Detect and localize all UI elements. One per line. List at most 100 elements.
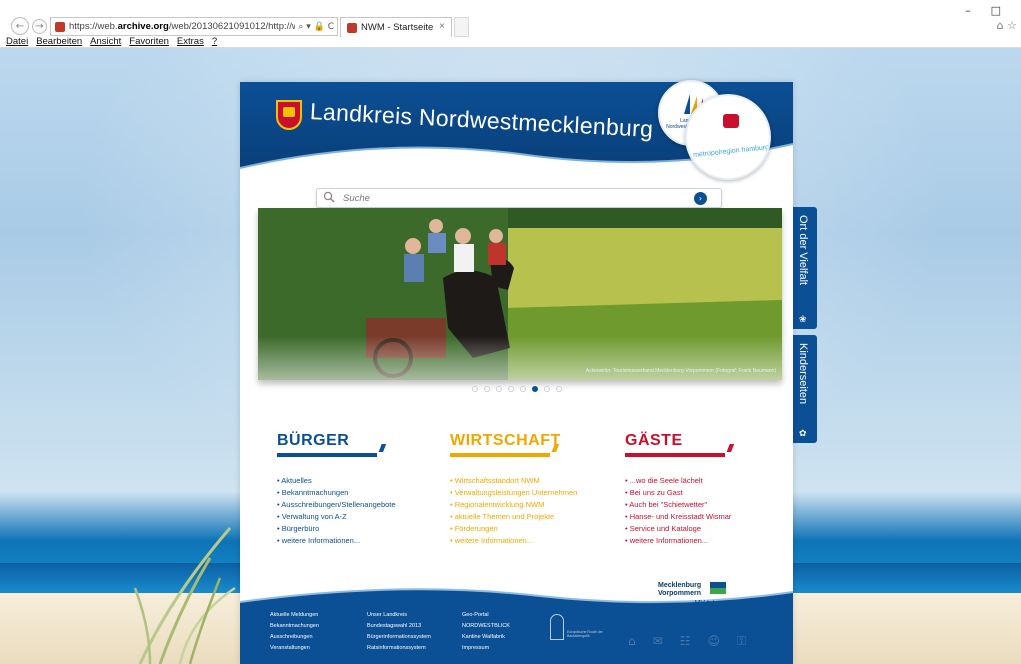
search-input[interactable] — [343, 191, 683, 206]
column-wirtschaft: WIRTSCHAFT Wirtschaftsstandort NWM Verwa… — [450, 432, 600, 547]
tab-nwm-startseite[interactable]: NWM - Startseite × — [340, 17, 452, 37]
beach-grass-decoration — [133, 527, 236, 664]
search-submit-button[interactable]: › — [694, 192, 707, 205]
link-weitere-informationen[interactable]: weitere Informationen... — [277, 535, 427, 547]
footer-column-1: Aktuelle Meldungen Bekanntmachungen Auss… — [270, 610, 319, 654]
sitemap-icon[interactable]: ☷ — [680, 634, 691, 649]
footer-link[interactable]: Geo-Portal — [462, 610, 510, 621]
mecklenburg-vorpommern-logo[interactable]: Mecklenburg Vorpommern MV tut gut. — [658, 582, 728, 607]
side-tab-kinderseiten[interactable]: Kinderseiten ✿ — [793, 335, 817, 443]
link-schietwetter[interactable]: Auch bei "Schietwetter" — [625, 499, 775, 511]
slider-dot[interactable] — [472, 386, 478, 392]
link-weitere-informationen[interactable]: weitere Informationen... — [625, 535, 775, 547]
coat-of-arms-logo[interactable] — [276, 100, 302, 130]
side-tab-ort-der-vielfalt[interactable]: Ort der Vielfalt ❀ — [793, 207, 817, 329]
link-verwaltungsleistungen[interactable]: Verwaltungsleistungen Unternehmen — [450, 487, 600, 499]
footer-link[interactable]: Bekanntmachungen — [270, 621, 319, 632]
link-bekanntmachungen[interactable]: Bekanntmachungen — [277, 487, 427, 499]
lock-icon[interactable]: ⚿ — [737, 634, 746, 649]
page-viewport: Ort der Vielfalt ❀ Kinderseiten ✿ Landkr… — [0, 48, 1021, 664]
hero-slideshow-image[interactable]: Ackerwirtin: Tourismusverband Mecklenbur… — [258, 208, 782, 380]
column-heading-wirtschaft[interactable]: WIRTSCHAFT — [450, 432, 600, 452]
column-underline — [277, 443, 383, 457]
link-verwaltung-a-z[interactable]: Verwaltung von A-Z — [277, 511, 427, 523]
link-weitere-informationen[interactable]: weitere Informationen... — [450, 535, 600, 547]
search-icon — [323, 191, 335, 203]
slider-dot[interactable] — [508, 386, 514, 392]
search-bar: › — [316, 188, 722, 208]
link-aktuelle-themen[interactable]: aktuelle Themen und Projekte — [450, 511, 600, 523]
menu-extras[interactable]: Extras — [177, 36, 204, 47]
backsteingotik-icon[interactable] — [550, 614, 564, 640]
site-header: Landkreis Nordwestmecklenburg Landkreis … — [240, 80, 793, 180]
home-icon[interactable]: ⌂ — [628, 634, 636, 649]
mail-icon[interactable]: ✉ — [653, 634, 663, 649]
footer-link[interactable]: Ausschreibungen — [270, 632, 319, 643]
menu-ansicht[interactable]: Ansicht — [90, 36, 121, 47]
link-foerderungen[interactable]: Förderungen — [450, 523, 600, 535]
url-text[interactable]: https://web.archive.org/web/201306210910… — [69, 21, 295, 32]
menu-help[interactable]: ? — [212, 36, 217, 47]
footer-link[interactable]: Impressum — [462, 643, 510, 654]
footer-link[interactable]: Ratsinformationssystem — [367, 643, 431, 654]
tab-close-icon[interactable]: × — [439, 21, 445, 32]
forward-button[interactable]: → — [32, 19, 47, 34]
slider-dot[interactable] — [544, 386, 550, 392]
back-button[interactable]: ← — [11, 17, 29, 35]
site-panel: Landkreis Nordwestmecklenburg Landkreis … — [240, 80, 793, 664]
column-heading-buerger[interactable]: BÜRGER — [277, 432, 427, 452]
column-underline — [625, 443, 731, 457]
user-group-icon[interactable]: ☺ — [707, 634, 720, 649]
footer-link[interactable]: Unser Landkreis — [367, 610, 431, 621]
menu-bearbeiten[interactable]: Bearbeiten — [36, 36, 82, 47]
menu-bar: Datei Bearbeiten Ansicht Favoriten Extra… — [6, 36, 217, 47]
footer-link[interactable]: Aktuelle Meldungen — [270, 610, 319, 621]
column-buerger: BÜRGER Aktuelles Bekanntmachungen Aussch… — [277, 432, 427, 547]
window-controls: – □ — [965, 4, 1001, 17]
link-seele-laechelt[interactable]: ...wo die Seele lächelt — [625, 475, 775, 487]
maximize-button[interactable]: □ — [991, 4, 1001, 17]
footer-link[interactable]: Bürgerinformationssystem — [367, 632, 431, 643]
metropolregion-badge-logo[interactable]: metropolregion hamburg — [685, 94, 771, 180]
tab-favicon-icon — [347, 22, 357, 33]
footer-column-3: Geo-Portal NORDWESTBLICK Kantine Walfabr… — [462, 610, 510, 654]
footer-link[interactable]: Kantine Walfabrik — [462, 632, 510, 643]
footer-icon-bar: ⌂ ✉ ☷ ☺ ⚿ — [628, 634, 746, 649]
mv-flag-icon — [710, 582, 726, 594]
badge-metro-text: metropolregion hamburg — [692, 144, 770, 159]
footer-link[interactable]: NORDWESTBLICK — [462, 621, 510, 632]
footer-link[interactable]: Bundestagswahl 2013 — [367, 621, 431, 632]
slider-dot[interactable] — [484, 386, 490, 392]
home-favorites-icons[interactable]: ⌂ ☆ — [997, 19, 1017, 32]
flower-icon: ✿ — [799, 429, 807, 439]
slider-dot[interactable] — [496, 386, 502, 392]
site-favicon-icon — [55, 21, 65, 32]
new-tab-button[interactable] — [454, 17, 469, 37]
link-wirtschaftsstandort[interactable]: Wirtschaftsstandort NWM — [450, 475, 600, 487]
link-ausschreibungen[interactable]: Ausschreibungen/Stellenangebote — [277, 499, 427, 511]
mv-logo-slogan: MV tut gut. — [694, 600, 728, 607]
rose-icon — [723, 114, 739, 128]
link-aktuelles[interactable]: Aktuelles — [277, 475, 427, 487]
slider-dot[interactable] — [532, 386, 538, 392]
menu-favoriten[interactable]: Favoriten — [129, 36, 169, 47]
hero-photo — [258, 208, 782, 380]
link-buergerbuero[interactable]: Bürgerbüro — [277, 523, 427, 535]
minimize-button[interactable]: – — [965, 4, 971, 17]
address-tools-icons[interactable]: ⌕ ▾ 🔒 C — [298, 22, 337, 32]
side-tab-label: Kinderseiten — [797, 343, 809, 405]
address-bar[interactable]: https://web.archive.org/web/201306210910… — [50, 17, 338, 36]
link-regionalentwicklung[interactable]: Regionalentwicklung NWM — [450, 499, 600, 511]
link-wismar[interactable]: Hanse- und Kreisstadt Wismar — [625, 511, 775, 523]
link-bei-uns-zu-gast[interactable]: Bei uns zu Gast — [625, 487, 775, 499]
browser-chrome: ← → https://web.archive.org/web/20130621… — [0, 0, 1021, 48]
backsteingotik-text: Europäische Route der Backsteingotik — [567, 630, 603, 638]
menu-datei[interactable]: Datei — [6, 36, 28, 47]
slider-dot[interactable] — [556, 386, 562, 392]
side-tab-label: Ort der Vielfalt — [797, 215, 809, 286]
hero-caption: Ackerwirtin: Tourismusverband Mecklenbur… — [585, 368, 776, 374]
slider-dot[interactable] — [520, 386, 526, 392]
footer-link[interactable]: Veranstaltungen — [270, 643, 319, 654]
column-heading-gaeste[interactable]: GÄSTE — [625, 432, 775, 452]
link-service-kataloge[interactable]: Service und Kataloge — [625, 523, 775, 535]
